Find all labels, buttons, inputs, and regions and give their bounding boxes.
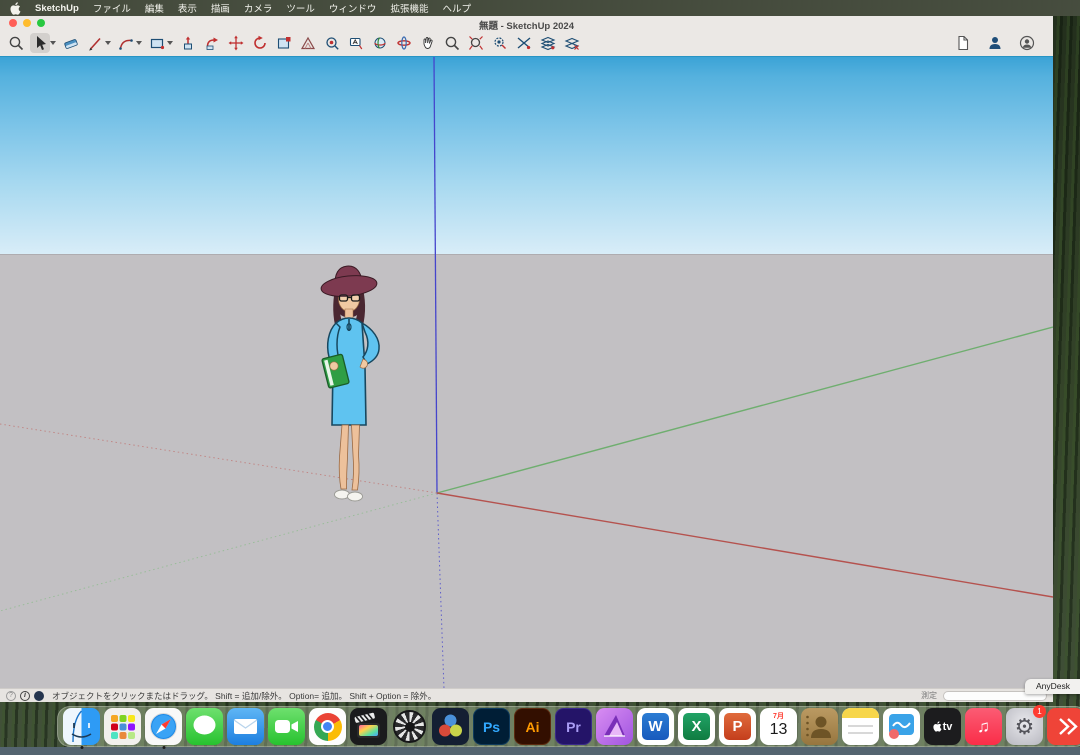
menu-item-extensions[interactable]: 拡張機能 bbox=[390, 1, 428, 15]
dock-launchpad[interactable] bbox=[104, 708, 141, 745]
text-tool-icon[interactable] bbox=[346, 33, 366, 53]
dock-premiere-pro[interactable]: Pr bbox=[555, 708, 592, 745]
shapes-tool-icon[interactable] bbox=[147, 33, 167, 53]
minimize-window-button[interactable] bbox=[23, 19, 31, 27]
menu-item-draw[interactable]: 描画 bbox=[211, 1, 230, 15]
dock-calendar[interactable]: 7月 13 bbox=[760, 708, 797, 745]
extension-tool-1-icon[interactable] bbox=[490, 33, 510, 53]
zoom-extents-tool-icon[interactable] bbox=[466, 33, 486, 53]
dock-excel[interactable]: X bbox=[678, 708, 715, 745]
toolbar bbox=[0, 30, 1053, 56]
dock-apple-tv[interactable]: tv bbox=[924, 708, 961, 745]
measurement-label: 測定 bbox=[921, 690, 937, 701]
anydesk-window-label[interactable]: AnyDesk bbox=[1025, 679, 1080, 694]
orbit-globe-tool-icon[interactable] bbox=[370, 33, 390, 53]
menu-item-camera[interactable]: カメラ bbox=[244, 1, 273, 15]
dock-illustrator[interactable]: Ai bbox=[514, 708, 551, 745]
status-hint-text: オブジェクトをクリックまたはドラッグ。 Shift = 追加/除外。 Optio… bbox=[52, 690, 436, 702]
zoom-window-button[interactable] bbox=[37, 19, 45, 27]
premiere-glyph: Pr bbox=[555, 708, 592, 745]
dock-compressor[interactable] bbox=[391, 708, 428, 745]
menu-item-app[interactable]: SketchUp bbox=[35, 3, 79, 14]
dock-word[interactable]: W bbox=[637, 708, 674, 745]
geolocation-icon[interactable] bbox=[34, 691, 44, 701]
dock-freeform[interactable] bbox=[883, 708, 920, 745]
dock-facetime[interactable] bbox=[268, 708, 305, 745]
extension-tool-2-icon[interactable] bbox=[514, 33, 534, 53]
menu-item-help[interactable]: ヘルプ bbox=[442, 1, 471, 15]
powerpoint-glyph: P bbox=[724, 713, 751, 740]
finder-running-indicator bbox=[80, 746, 83, 749]
status-bar: ? i オブジェクトをクリックまたはドラッグ。 Shift = 追加/除外。 O… bbox=[0, 688, 1053, 702]
select-tool-icon[interactable] bbox=[30, 33, 50, 53]
menu-item-file[interactable]: ファイル bbox=[93, 1, 131, 15]
arc-tool-dropdown-icon[interactable] bbox=[136, 41, 142, 45]
search-tool-icon[interactable] bbox=[6, 33, 26, 53]
dock-photoshop[interactable]: Ps bbox=[473, 708, 510, 745]
rotate-tool-icon[interactable] bbox=[250, 33, 270, 53]
dock-davinci-resolve[interactable] bbox=[432, 708, 469, 745]
sketchup-window: 無題 - SketchUp 2024 bbox=[0, 16, 1053, 702]
dock-settings[interactable]: ⚙ 1 bbox=[1006, 708, 1043, 745]
look-around-tool-icon[interactable] bbox=[394, 33, 414, 53]
word-glyph: W bbox=[642, 713, 669, 740]
eraser-tool-icon[interactable] bbox=[61, 33, 81, 53]
dock-powerpoint[interactable]: P bbox=[719, 708, 756, 745]
illustrator-glyph: Ai bbox=[514, 708, 551, 745]
line-tool-icon[interactable] bbox=[85, 33, 105, 53]
shapes-tool-dropdown-icon[interactable] bbox=[167, 41, 173, 45]
model-viewport[interactable] bbox=[0, 56, 1053, 688]
close-window-button[interactable] bbox=[9, 19, 17, 27]
window-controls bbox=[9, 19, 45, 27]
calendar-month: 7月 bbox=[773, 711, 784, 721]
section-plane-tool-icon[interactable] bbox=[274, 33, 294, 53]
toolbar-right-group bbox=[951, 30, 1039, 56]
dock-affinity[interactable] bbox=[596, 708, 633, 745]
calendar-day: 13 bbox=[770, 721, 788, 739]
help-icon[interactable]: ? bbox=[6, 691, 16, 701]
move-tool-icon[interactable] bbox=[226, 33, 246, 53]
dock-notes[interactable] bbox=[842, 708, 879, 745]
info-icon[interactable]: i bbox=[20, 691, 30, 701]
extension-tool-4-icon[interactable] bbox=[562, 33, 582, 53]
dock-final-cut-pro[interactable] bbox=[350, 708, 387, 745]
person-figure[interactable] bbox=[302, 259, 396, 509]
follow-me-tool-icon[interactable] bbox=[202, 33, 222, 53]
dock-chrome[interactable] bbox=[309, 708, 346, 745]
photoshop-glyph: Ps bbox=[473, 708, 510, 745]
apple-logo-small bbox=[933, 721, 942, 732]
dock: Ps Ai Pr W X P 7月 13 bbox=[57, 706, 1080, 747]
dock-anydesk[interactable] bbox=[1047, 708, 1080, 745]
settings-notification-badge: 1 bbox=[1033, 705, 1046, 718]
new-document-icon[interactable] bbox=[953, 33, 973, 53]
excel-glyph: X bbox=[683, 713, 710, 740]
arc-tool-icon[interactable] bbox=[116, 33, 136, 53]
dock-safari[interactable] bbox=[145, 708, 182, 745]
appletv-glyph: tv bbox=[943, 721, 953, 733]
dock-contacts[interactable] bbox=[801, 708, 838, 745]
dimensions-tool-icon[interactable] bbox=[298, 33, 318, 53]
zoom-tool-icon[interactable] bbox=[442, 33, 462, 53]
push-pull-tool-icon[interactable] bbox=[178, 33, 198, 53]
menu-item-view[interactable]: 表示 bbox=[178, 1, 197, 15]
title-bar: 無題 - SketchUp 2024 bbox=[0, 16, 1053, 30]
dock-mail[interactable] bbox=[227, 708, 264, 745]
safari-running-indicator bbox=[162, 746, 165, 749]
dock-finder[interactable] bbox=[63, 708, 100, 745]
music-note-glyph: ♫ bbox=[965, 708, 1002, 745]
drawing-axes bbox=[0, 57, 1053, 688]
account-circle-icon[interactable] bbox=[1017, 33, 1037, 53]
line-tool-dropdown-icon[interactable] bbox=[105, 41, 111, 45]
select-tool-dropdown-icon[interactable] bbox=[50, 41, 56, 45]
extension-tool-3-icon[interactable] bbox=[538, 33, 558, 53]
sign-in-person-icon[interactable] bbox=[985, 33, 1005, 53]
pan-tool-icon[interactable] bbox=[418, 33, 438, 53]
menu-item-edit[interactable]: 編集 bbox=[145, 1, 164, 15]
position-camera-tool-icon[interactable] bbox=[322, 33, 342, 53]
dock-messages[interactable] bbox=[186, 708, 223, 745]
apple-menu-icon[interactable] bbox=[10, 2, 21, 14]
menu-item-tools[interactable]: ツール bbox=[286, 1, 315, 15]
menu-item-window[interactable]: ウィンドウ bbox=[329, 1, 377, 15]
dock-music[interactable]: ♫ bbox=[965, 708, 1002, 745]
